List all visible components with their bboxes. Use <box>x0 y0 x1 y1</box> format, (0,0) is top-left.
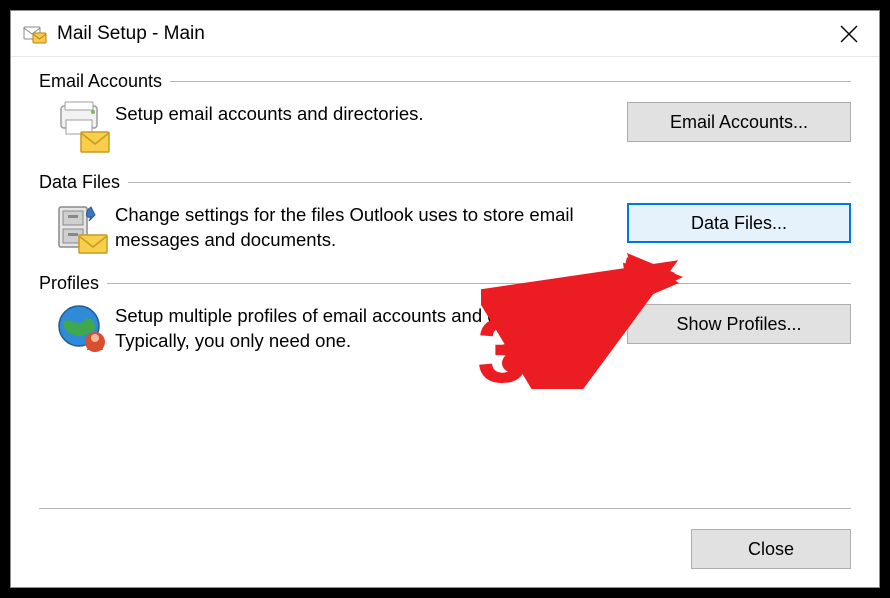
close-icon <box>840 25 858 43</box>
description-data-files: Change settings for the files Outlook us… <box>115 201 627 253</box>
window-close-button[interactable] <box>829 14 869 54</box>
mail-setup-dialog: Mail Setup - Main Email Accounts <box>10 10 880 588</box>
divider <box>128 182 851 183</box>
divider <box>39 508 851 509</box>
divider <box>170 81 851 82</box>
printer-mail-icon <box>55 100 111 156</box>
email-accounts-button[interactable]: Email Accounts... <box>627 102 851 142</box>
description-profiles: Setup multiple profiles of email account… <box>115 302 627 354</box>
dialog-footer: Close <box>39 508 851 569</box>
group-data-files: Data Files <box>39 172 851 257</box>
titlebar: Mail Setup - Main <box>11 11 879 57</box>
group-profiles: Profiles Setu <box>39 273 851 358</box>
show-profiles-button[interactable]: Show Profiles... <box>627 304 851 344</box>
description-email-accounts: Setup email accounts and directories. <box>115 100 627 127</box>
group-email-accounts: Email Accounts <box>39 71 851 156</box>
mail-setup-icon <box>23 22 47 46</box>
divider <box>107 283 851 284</box>
group-heading-data-files: Data Files <box>39 172 120 193</box>
annotation-number: 3 <box>477 305 528 397</box>
globe-user-icon <box>55 302 111 358</box>
group-heading-profiles: Profiles <box>39 273 99 294</box>
group-heading-email-accounts: Email Accounts <box>39 71 162 92</box>
window-title: Mail Setup - Main <box>57 23 829 45</box>
dialog-body: Email Accounts <box>11 57 879 392</box>
close-button[interactable]: Close <box>691 529 851 569</box>
data-files-button[interactable]: Data Files... <box>627 203 851 243</box>
cabinet-mail-icon <box>55 201 111 257</box>
